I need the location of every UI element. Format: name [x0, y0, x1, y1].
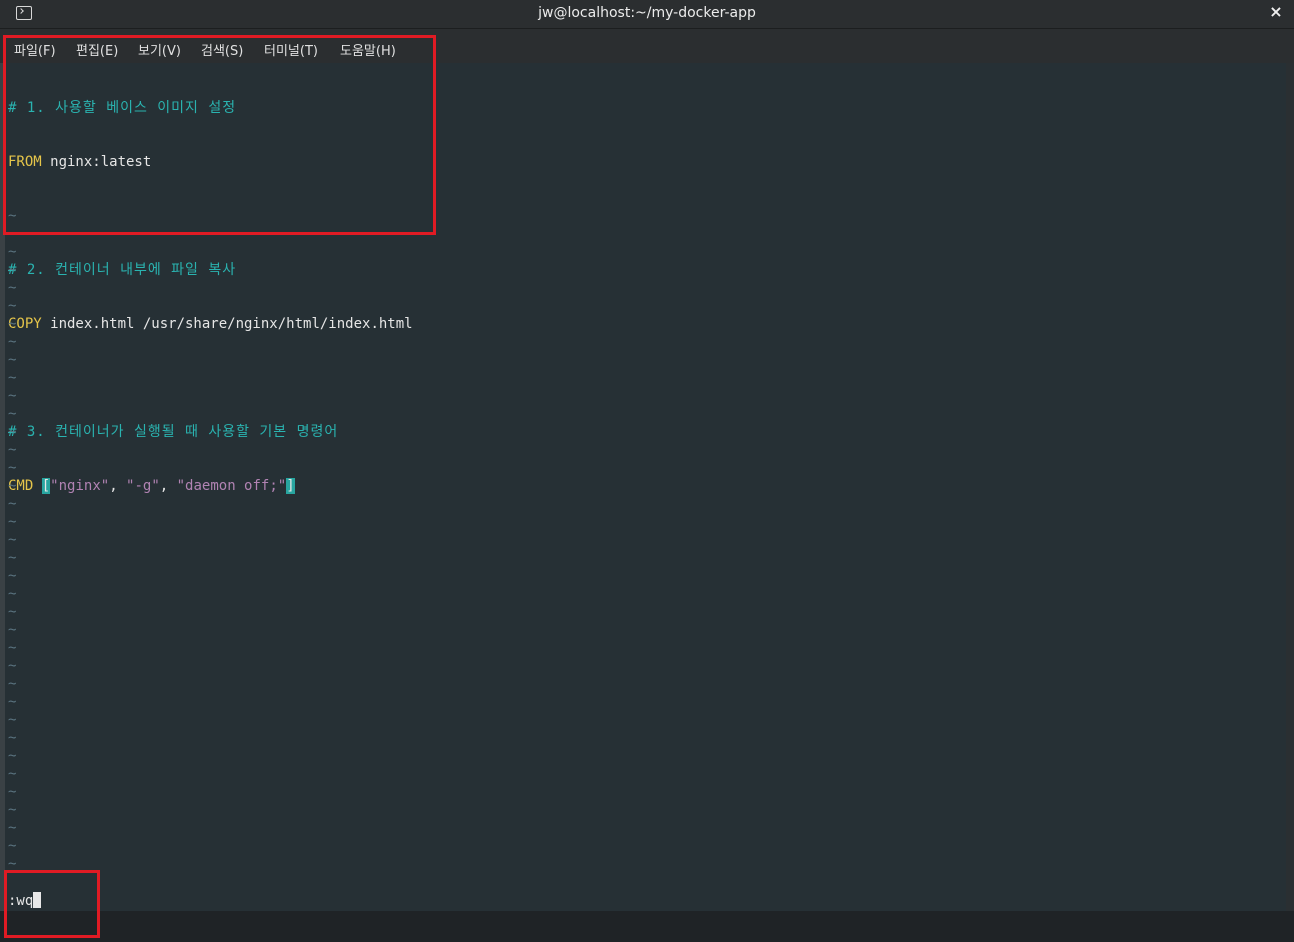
bracket-open-highlight: [ — [41, 478, 51, 494]
scrollbar[interactable] — [1286, 63, 1294, 911]
window-title: jw@localhost:~/my-docker-app — [538, 5, 756, 21]
tilde-marker: ~ — [8, 784, 17, 800]
tilde-marker: ~ — [8, 838, 17, 854]
tilde-marker: ~ — [8, 820, 17, 836]
tilde-marker: ~ — [8, 370, 17, 386]
cmd-string: "daemon off;" — [176, 478, 287, 494]
tilde-marker: ~ — [8, 730, 17, 746]
cmd-separator: , — [109, 478, 127, 494]
tilde-marker: ~ — [8, 514, 17, 530]
tilde-marker: ~ — [8, 352, 17, 368]
bracket-close-highlight: ] — [286, 478, 295, 494]
tilde-marker: ~ — [8, 748, 17, 764]
tilde-marker: ~ — [8, 622, 17, 638]
tilde-marker: ~ — [8, 766, 17, 782]
tilde-marker: ~ — [8, 658, 17, 674]
tilde-marker: ~ — [8, 496, 17, 512]
highlight-box-command — [4, 870, 100, 938]
tilde-marker: ~ — [8, 298, 17, 314]
cmd-string: "nginx" — [50, 478, 110, 494]
cmd-separator: , — [159, 478, 177, 494]
tilde-marker: ~ — [8, 406, 17, 422]
comment-line: # 2. 컨테이너 내부에 파일 복사 — [8, 262, 237, 278]
tilde-marker: ~ — [8, 460, 17, 476]
tilde-marker: ~ — [8, 802, 17, 818]
tilde-marker: ~ — [8, 316, 17, 332]
bottom-bar — [0, 911, 1294, 942]
tilde-marker: ~ — [8, 694, 17, 710]
tilde-marker: ~ — [8, 568, 17, 584]
tilde-marker: ~ — [8, 640, 17, 656]
tilde-marker: ~ — [8, 712, 17, 728]
tilde-marker: ~ — [8, 550, 17, 566]
comment-line: # 3. 컨테이너가 실행될 때 사용할 기본 명령어 — [8, 424, 339, 440]
tilde-marker: ~ — [8, 388, 17, 404]
empty-line-markers: ~ ~ ~ ~ ~ ~ ~ ~ ~ ~ ~ ~ ~ ~ ~ ~ ~ ~ ~ ~ ~ ~ ~ ~ ~ ~ ~ ~ ~ ~ ~ ~ ~ ~ ~ ~ ~ — [8, 207, 16, 873]
tilde-marker: ~ — [8, 532, 17, 548]
close-button[interactable]: × — [1268, 3, 1284, 21]
tilde-marker: ~ — [8, 478, 17, 494]
terminal-window: jw@localhost:~/my-docker-app × 파일(F) 편집(… — [0, 0, 1294, 942]
copy-argument: index.html /usr/share/nginx/html/index.h… — [41, 316, 413, 332]
tilde-marker: ~ — [8, 586, 17, 602]
title-bar: jw@localhost:~/my-docker-app × — [0, 0, 1294, 29]
tilde-marker: ~ — [8, 604, 17, 620]
highlight-box-code — [3, 35, 436, 235]
tilde-marker: ~ — [8, 676, 17, 692]
tilde-marker: ~ — [8, 424, 17, 440]
tilde-marker: ~ — [8, 334, 17, 350]
tilde-marker: ~ — [8, 244, 17, 260]
cmd-string: "-g" — [126, 478, 160, 494]
tilde-marker: ~ — [8, 442, 17, 458]
tilde-marker: ~ — [8, 262, 17, 278]
tilde-marker: ~ — [8, 280, 17, 296]
